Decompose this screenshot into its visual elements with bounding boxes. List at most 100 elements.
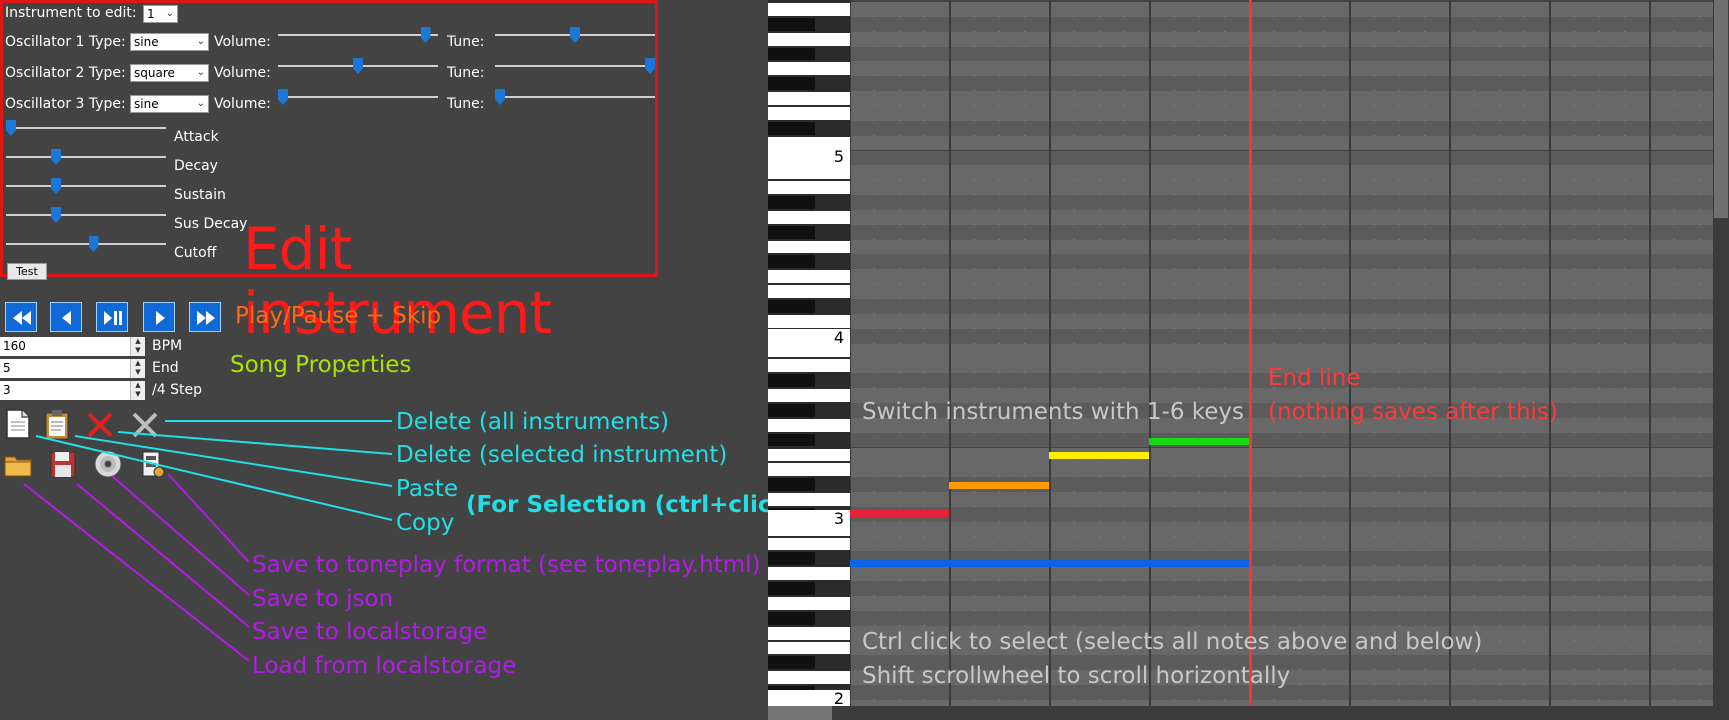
note-lane[interactable] — [850, 581, 1713, 596]
white-key[interactable] — [768, 106, 850, 120]
slider-thumb[interactable] — [645, 58, 655, 74]
volume-slider[interactable] — [278, 89, 438, 105]
note-lane[interactable] — [850, 165, 1713, 181]
slider-thumb[interactable] — [353, 58, 363, 74]
note-block[interactable] — [850, 510, 949, 517]
note-lane[interactable] — [850, 343, 1713, 359]
oscillator-type-select[interactable]: sine ⌄ — [130, 95, 209, 113]
white-key[interactable] — [768, 3, 850, 16]
envelope-slider[interactable] — [6, 120, 166, 136]
white-key[interactable] — [768, 493, 850, 506]
rewind-start-button[interactable] — [5, 302, 37, 332]
white-key[interactable] — [768, 92, 850, 105]
note-lane[interactable] — [850, 180, 1713, 196]
white-key[interactable] — [768, 626, 850, 640]
white-key[interactable] — [768, 270, 850, 284]
white-key[interactable] — [768, 641, 850, 655]
note-lane[interactable] — [850, 91, 1713, 106]
white-key[interactable] — [768, 210, 850, 224]
note-lane[interactable] — [850, 105, 1713, 121]
tune-slider[interactable] — [495, 89, 655, 105]
tune-slider[interactable] — [495, 58, 655, 74]
black-key[interactable] — [768, 196, 815, 209]
white-key[interactable] — [768, 62, 850, 76]
envelope-slider[interactable] — [6, 207, 166, 223]
black-key[interactable] — [768, 656, 815, 670]
step-back-button[interactable] — [50, 302, 82, 332]
black-key[interactable] — [768, 17, 815, 31]
test-button[interactable]: Test — [7, 263, 47, 280]
note-lane[interactable] — [850, 328, 1713, 344]
fast-forward-button[interactable] — [189, 302, 221, 332]
note-lane[interactable] — [850, 120, 1713, 136]
black-key[interactable] — [768, 478, 815, 492]
note-block[interactable] — [1149, 438, 1249, 445]
note-lane[interactable] — [850, 46, 1713, 62]
song-property-input[interactable]: 3 ▲ ▼ — [0, 381, 145, 400]
piano-keyboard[interactable]: 5432 — [768, 0, 850, 714]
black-key[interactable] — [768, 121, 815, 135]
note-lane[interactable] — [850, 596, 1713, 611]
envelope-slider[interactable] — [6, 149, 166, 165]
song-property-input[interactable]: 5 ▲ ▼ — [0, 359, 145, 378]
vertical-scrollbar[interactable] — [1713, 0, 1729, 720]
note-lane[interactable] — [850, 61, 1713, 77]
slider-thumb[interactable] — [495, 89, 505, 105]
black-key[interactable] — [768, 47, 815, 61]
tune-slider[interactable] — [495, 27, 655, 43]
envelope-slider[interactable] — [6, 178, 166, 194]
note-lane[interactable] — [850, 269, 1713, 285]
note-lane[interactable] — [850, 313, 1713, 329]
white-key[interactable] — [768, 448, 850, 462]
black-key[interactable] — [768, 403, 815, 417]
white-key[interactable] — [768, 671, 850, 685]
slider-thumb[interactable] — [88, 236, 99, 252]
note-lane[interactable] — [850, 16, 1713, 32]
black-key[interactable] — [768, 225, 815, 239]
song-property-input[interactable]: 160 ▲ ▼ — [0, 337, 145, 356]
note-lane[interactable] — [850, 284, 1713, 299]
white-key[interactable] — [768, 240, 850, 254]
note-lane[interactable] — [850, 239, 1713, 255]
note-lane[interactable] — [850, 150, 1713, 166]
note-lane[interactable] — [850, 566, 1713, 582]
slider-thumb[interactable] — [420, 27, 431, 43]
horizontal-scrollbar[interactable] — [768, 706, 1713, 720]
note-lane[interactable] — [850, 462, 1713, 478]
oscillator-type-select[interactable]: square ⌄ — [130, 64, 209, 82]
volume-slider[interactable] — [278, 27, 438, 43]
black-key[interactable] — [768, 611, 815, 625]
spinner-arrows-icon[interactable]: ▲ ▼ — [130, 381, 145, 400]
spinner-arrows-icon[interactable]: ▲ ▼ — [130, 359, 145, 378]
black-key[interactable] — [768, 552, 815, 566]
note-block[interactable] — [850, 560, 1249, 567]
note-lane[interactable] — [850, 31, 1713, 47]
slider-thumb[interactable] — [51, 149, 61, 165]
play-pause-button[interactable] — [96, 302, 128, 332]
step-forward-button[interactable] — [143, 302, 175, 332]
oscillator-type-select[interactable]: sine ⌄ — [130, 33, 209, 51]
note-lane[interactable] — [850, 299, 1713, 314]
note-lane[interactable] — [850, 610, 1713, 626]
note-lane[interactable] — [850, 135, 1713, 151]
note-lane[interactable] — [850, 2, 1713, 17]
envelope-slider[interactable] — [6, 236, 166, 252]
slider-thumb[interactable] — [6, 120, 16, 136]
note-lane[interactable] — [850, 195, 1713, 210]
note-lane[interactable] — [850, 254, 1713, 270]
vertical-scroll-thumb[interactable] — [1714, 0, 1728, 218]
slider-thumb[interactable] — [51, 178, 61, 194]
slider-thumb[interactable] — [51, 207, 61, 223]
black-key[interactable] — [768, 374, 815, 388]
slider-thumb[interactable] — [570, 27, 580, 43]
white-key[interactable] — [768, 32, 850, 46]
black-key[interactable] — [768, 77, 815, 91]
black-key[interactable] — [768, 582, 815, 595]
note-lane[interactable] — [850, 506, 1713, 522]
note-lane[interactable] — [850, 521, 1713, 537]
white-key[interactable] — [768, 285, 850, 298]
note-lane[interactable] — [850, 447, 1713, 463]
slider-thumb[interactable] — [278, 89, 288, 105]
volume-slider[interactable] — [278, 58, 438, 74]
horizontal-scroll-thumb[interactable] — [768, 706, 832, 720]
